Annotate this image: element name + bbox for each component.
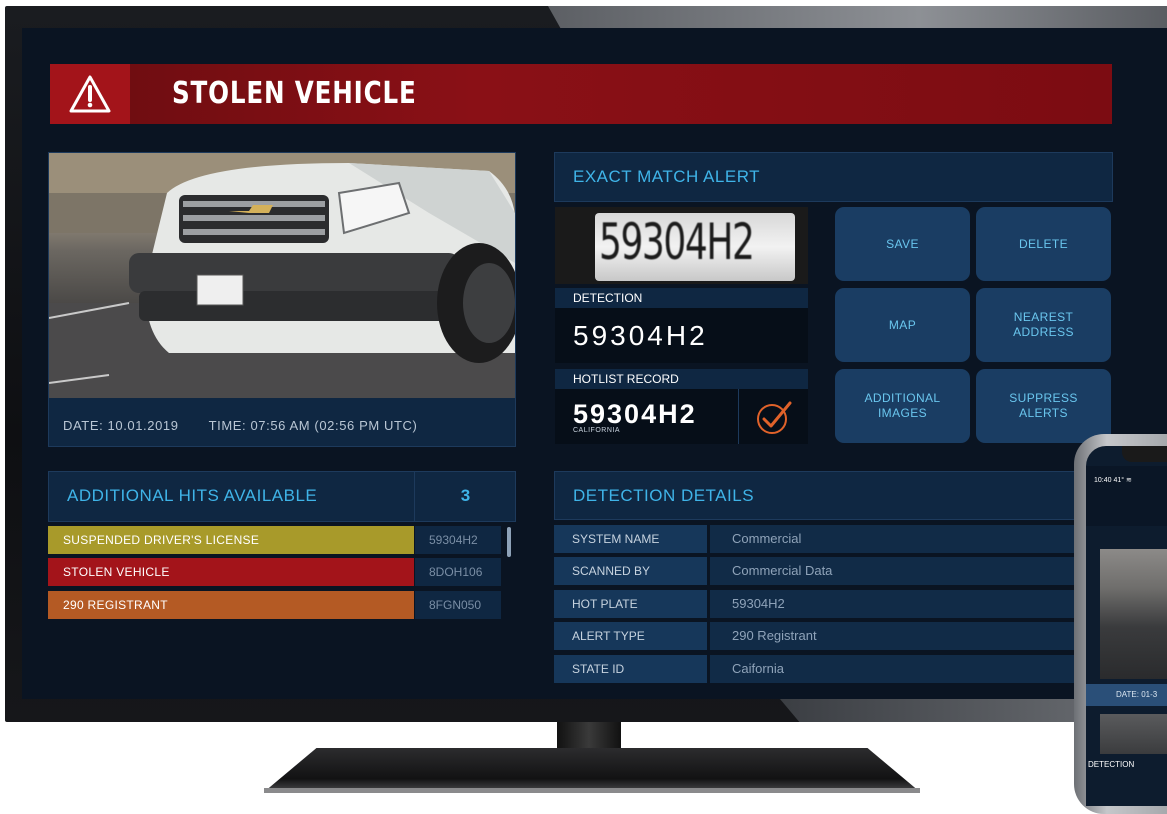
hotlist-label: HOTLIST RECORD <box>555 369 808 389</box>
map-button[interactable]: MAP <box>835 288 970 362</box>
hit-row-suspended-license[interactable]: SUSPENDED DRIVER'S LICENSE <box>48 526 414 554</box>
nearest-address-button[interactable]: NEAREST ADDRESS <box>976 288 1111 362</box>
detection-box: DETECTION 59304H2 <box>555 288 808 363</box>
details-row-scanned-by: SCANNED BY Commercial Data <box>554 557 1074 585</box>
phone-status-bar: 10:40 41° ≋ <box>1094 476 1132 484</box>
detection-label: DETECTION <box>555 288 808 308</box>
phone-detection-label: DETECTION <box>1088 760 1135 769</box>
tv-stand-base <box>264 748 920 792</box>
details-row-system-name: SYSTEM NAME Commercial <box>554 525 1074 553</box>
detection-value: 59304H2 <box>573 320 708 351</box>
wifi-icon: ≋ <box>1126 477 1132 484</box>
alert-banner: STOLEN VEHICLE <box>50 64 1112 124</box>
suppress-alerts-button[interactable]: SUPPRESS ALERTS <box>976 369 1111 443</box>
warning-icon-box <box>50 64 130 124</box>
phone-date-bar: DATE: 01-3 <box>1086 684 1167 706</box>
tv-stand-edge <box>264 788 920 793</box>
plate-crop-image[interactable]: 59304H2 <box>555 207 808 284</box>
checkmark-circle-icon <box>757 401 792 434</box>
details-key: STATE ID <box>554 655 707 683</box>
details-key: SYSTEM NAME <box>554 525 707 553</box>
hotlist-box: HOTLIST RECORD 59304H2 CALIFORNIA <box>555 369 808 444</box>
save-button[interactable]: SAVE <box>835 207 970 281</box>
vehicle-photo[interactable] <box>49 153 515 398</box>
details-value: 290 Registrant <box>710 622 1074 650</box>
phone-date: DATE: 01-3 <box>1116 690 1158 699</box>
vehicle-illustration <box>49 153 515 398</box>
hits-scrollbar[interactable] <box>507 527 511 557</box>
details-row-hot-plate: HOT PLATE 59304H2 <box>554 590 1074 618</box>
additional-hits-title: ADDITIONAL HITS AVAILABLE <box>67 486 318 505</box>
details-key: HOT PLATE <box>554 590 707 618</box>
exact-match-title: EXACT MATCH ALERT <box>573 167 761 186</box>
additional-hits-header: ADDITIONAL HITS AVAILABLE 3 <box>48 471 516 522</box>
phone-header <box>1086 466 1167 526</box>
detection-details-header: DETECTION DETAILS <box>554 471 1096 520</box>
details-value: Caifornia <box>710 655 1074 683</box>
details-value: Commercial Data <box>710 557 1074 585</box>
details-value: Commercial <box>710 525 1074 553</box>
tv-glare <box>548 6 1167 28</box>
alert-title: STOLEN VEHICLE <box>172 76 417 111</box>
details-value: 59304H2 <box>710 590 1074 618</box>
hits-count-box: 3 <box>414 472 516 521</box>
phone-notch <box>1122 446 1167 462</box>
phone-time: 10:40 <box>1094 477 1112 484</box>
photo-time: TIME: 07:56 AM (02:56 PM UTC) <box>208 418 418 433</box>
hotlist-state: CALIFORNIA <box>573 427 621 434</box>
hit-plate: 59304H2 <box>415 526 501 554</box>
hit-row-290-registrant[interactable]: 290 REGISTRANT <box>48 591 414 619</box>
phone-screen: 10:40 41° ≋ DATE: 01-3 DETECTION <box>1086 446 1167 806</box>
hits-count: 3 <box>460 486 471 505</box>
details-key: SCANNED BY <box>554 557 707 585</box>
confirm-match[interactable] <box>738 389 809 444</box>
vehicle-photo-panel: DATE: 10.01.2019 TIME: 07:56 AM (02:56 P… <box>48 152 516 447</box>
photo-caption: DATE: 10.01.2019 TIME: 07:56 AM (02:56 P… <box>63 418 443 433</box>
hotlist-value: 59304H2 <box>573 399 697 429</box>
hit-plate: 8FGN050 <box>415 591 501 619</box>
details-key: ALERT TYPE <box>554 622 707 650</box>
hit-row-stolen-vehicle[interactable]: STOLEN VEHICLE <box>48 558 414 586</box>
details-row-state-id: STATE ID Caifornia <box>554 655 1074 683</box>
phone-temp: 41° <box>1113 477 1125 484</box>
hit-plate: 8DOH106 <box>415 558 501 586</box>
additional-images-button[interactable]: ADDITIONAL IMAGES <box>835 369 970 443</box>
warning-triangle-icon <box>69 75 111 113</box>
details-row-alert-type: ALERT TYPE 290 Registrant <box>554 622 1074 650</box>
delete-button[interactable]: DELETE <box>976 207 1111 281</box>
exact-match-header: EXACT MATCH ALERT <box>554 152 1113 202</box>
plate-crop-text: 59304H2 <box>599 213 755 271</box>
phone-vehicle-photo[interactable] <box>1100 549 1167 679</box>
phone-plate-photo[interactable] <box>1100 714 1167 754</box>
detection-details-title: DETECTION DETAILS <box>573 486 755 505</box>
photo-date: DATE: 10.01.2019 <box>63 418 179 433</box>
